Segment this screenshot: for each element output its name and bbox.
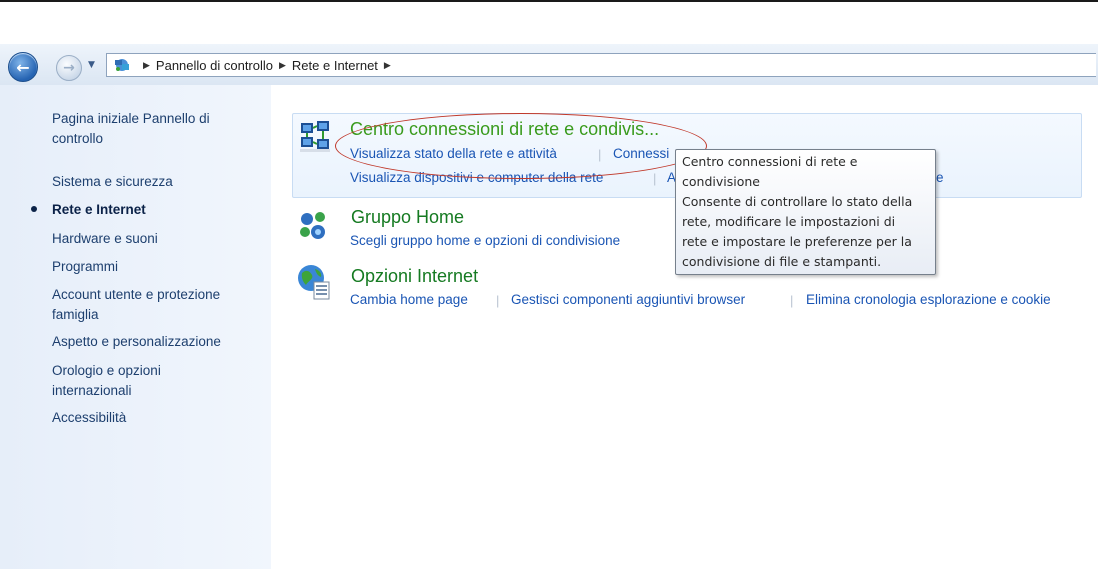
category-title-internet-options[interactable]: Opzioni Internet xyxy=(351,266,478,287)
sidebar-item-rete-e-internet[interactable]: Rete e Internet xyxy=(52,200,146,220)
separator: | xyxy=(653,171,657,186)
tooltip-line: rete e impostare le preferenze per la xyxy=(682,234,912,249)
category-title-homegroup[interactable]: Gruppo Home xyxy=(351,207,464,228)
chevron-right-icon[interactable]: ▶ xyxy=(384,60,391,71)
sidebar-item-accessibilita[interactable]: Accessibilità xyxy=(52,408,126,428)
sidebar-item-orologio-line2: internazionali xyxy=(52,383,132,398)
sidebar-item-account-line2: famiglia xyxy=(52,307,99,322)
sidebar-item-sistema-e-sicurezza[interactable]: Sistema e sicurezza xyxy=(52,172,173,192)
address-bar[interactable]: ▶ Pannello di controllo ▶ Rete e Interne… xyxy=(106,53,1096,77)
separator: | xyxy=(598,147,602,162)
task-choose-homegroup[interactable]: Scegli gruppo home e opzioni di condivis… xyxy=(350,233,620,248)
tooltip: Centro connessioni di rete e condivision… xyxy=(675,149,936,275)
sidebar-item-account-utente[interactable]: Account utente e protezione famiglia xyxy=(52,285,220,325)
network-location-icon xyxy=(115,59,129,71)
network-center-icon[interactable] xyxy=(299,119,331,153)
separator: | xyxy=(496,293,500,308)
sidebar-item-orologio-line1: Orologio e opzioni xyxy=(52,363,161,378)
tooltip-line: condivisione di file e stampanti. xyxy=(682,254,882,269)
chevron-right-icon[interactable]: ▶ xyxy=(143,60,150,71)
back-arrow-icon: ← xyxy=(16,57,30,77)
sidebar-item-orologio[interactable]: Orologio e opzioni internazionali xyxy=(52,361,161,401)
task-truncated-e[interactable]: e xyxy=(936,170,944,185)
forward-button[interactable]: → xyxy=(56,55,82,81)
task-manage-addons[interactable]: Gestisci componenti aggiuntivi browser xyxy=(511,292,745,307)
task-change-home-page[interactable]: Cambia home page xyxy=(350,292,468,307)
task-view-network-status[interactable]: Visualizza stato della rete e attività xyxy=(350,146,557,161)
tooltip-line: Consente di controllare lo stato della xyxy=(682,194,913,209)
task-delete-history[interactable]: Elimina cronologia esplorazione e cookie xyxy=(806,292,1051,307)
window-title-bar xyxy=(0,0,1098,46)
sidebar-item-programmi[interactable]: Programmi xyxy=(52,257,118,277)
sidebar-item-aspetto[interactable]: Aspetto e personalizzazione xyxy=(52,332,221,352)
sidebar-item-account-line1: Account utente e protezione xyxy=(52,287,221,302)
sidebar-home-link[interactable]: Pagina iniziale Pannello di controllo xyxy=(52,109,210,149)
task-view-network-devices[interactable]: Visualizza dispositivi e computer della … xyxy=(350,170,603,185)
active-item-bullet xyxy=(31,206,37,212)
back-button[interactable]: ← xyxy=(8,52,38,82)
tooltip-line: Centro connessioni di rete e xyxy=(682,154,858,169)
tooltip-line: condivisione xyxy=(682,174,760,189)
breadcrumb-rete-e-internet[interactable]: Rete e Internet xyxy=(292,58,378,73)
sidebar-home-link-line1: Pagina iniziale Pannello di xyxy=(52,111,210,126)
sidebar-item-hardware-e-suoni[interactable]: Hardware e suoni xyxy=(52,229,158,249)
task-connections[interactable]: Connessi xyxy=(613,146,669,161)
category-title-network-center[interactable]: Centro connessioni di rete e condivis... xyxy=(350,119,659,140)
tooltip-line: rete, modificare le impostazioni di xyxy=(682,214,896,229)
separator: | xyxy=(790,293,794,308)
chevron-right-icon[interactable]: ▶ xyxy=(279,60,286,71)
internet-options-icon[interactable] xyxy=(296,263,332,301)
breadcrumb-pannello-di-controllo[interactable]: Pannello di controllo xyxy=(156,58,273,73)
recent-pages-dropdown[interactable]: ▼ xyxy=(88,60,95,70)
sidebar-home-link-line2: controllo xyxy=(52,131,104,146)
forward-arrow-icon: → xyxy=(63,60,75,76)
homegroup-icon[interactable] xyxy=(296,208,332,242)
breadcrumb: ▶ Pannello di controllo ▶ Rete e Interne… xyxy=(137,54,397,76)
sidebar xyxy=(0,85,271,569)
